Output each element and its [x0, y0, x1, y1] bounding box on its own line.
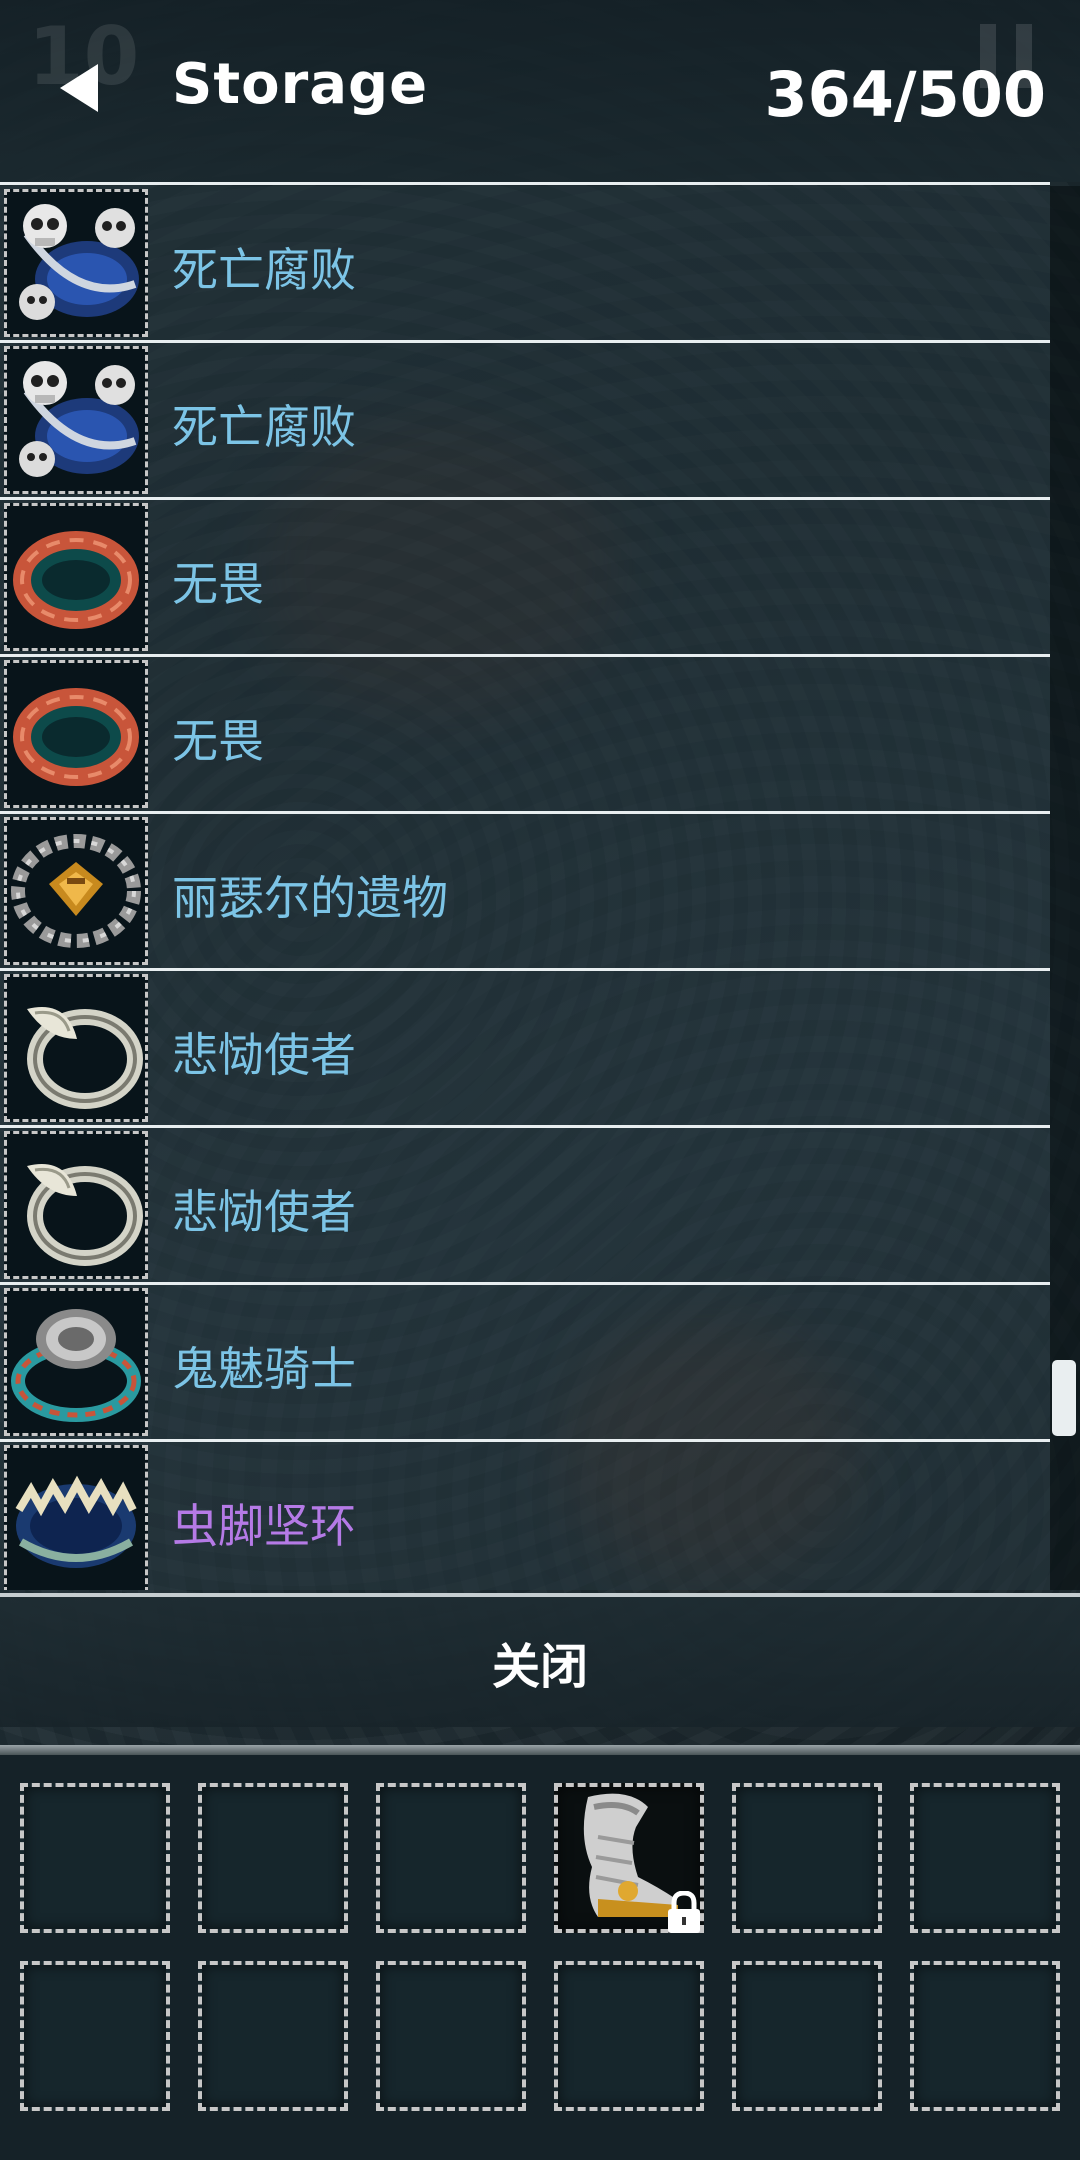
list-item[interactable]: 鬼魅骑士: [0, 1285, 1050, 1439]
inventory-slot[interactable]: [732, 1783, 882, 1933]
item-name: 无畏: [172, 714, 264, 768]
inventory-slot[interactable]: [910, 1783, 1060, 1933]
list-item[interactable]: 悲恸使者: [0, 971, 1050, 1125]
item-slot: [4, 503, 148, 651]
list-item[interactable]: 悲恸使者: [0, 1128, 1050, 1282]
inventory-slot[interactable]: [554, 1961, 704, 2111]
inventory-slot[interactable]: [910, 1961, 1060, 2111]
inventory-slot[interactable]: [20, 1961, 170, 2111]
list-item[interactable]: 虫脚坚环: [0, 1442, 1050, 1590]
close-bar: 关闭: [0, 1593, 1080, 1727]
item-name: 丽瑟尔的遗物: [172, 871, 448, 925]
red-ring-icon: [13, 531, 139, 629]
chain-amulet-icon: [11, 834, 141, 948]
item-slot: [4, 1445, 148, 1590]
header-bar: 10 Storage 364/500: [0, 0, 1080, 182]
item-name: 死亡腐败: [172, 243, 356, 297]
bag-divider: [0, 1745, 1080, 1755]
list-item[interactable]: 死亡腐败: [0, 343, 1050, 497]
inventory-slot[interactable]: [198, 1961, 348, 2111]
item-name: 虫脚坚环: [172, 1499, 356, 1553]
list-item[interactable]: 无畏: [0, 500, 1050, 654]
list-item[interactable]: 丽瑟尔的遗物: [0, 814, 1050, 968]
back-button[interactable]: [52, 58, 112, 118]
inventory-grid: [0, 1755, 1080, 2160]
item-name: 鬼魅骑士: [172, 1342, 356, 1396]
lock-icon: [668, 1891, 700, 1933]
inventory-slot[interactable]: [20, 1783, 170, 1933]
header-divider: [0, 182, 1050, 185]
inventory-slot[interactable]: [376, 1783, 526, 1933]
list-item[interactable]: 死亡腐败: [0, 186, 1050, 340]
scrollbar-thumb[interactable]: [1052, 1360, 1076, 1436]
storage-count: 364/500: [764, 58, 1046, 131]
item-slot: [4, 1288, 148, 1436]
item-slot: [4, 817, 148, 965]
item-slot: [4, 189, 148, 337]
item-name: 悲恸使者: [172, 1185, 356, 1239]
item-slot: [4, 1131, 148, 1279]
signet-ring-icon: [11, 1309, 141, 1422]
item-name: 死亡腐败: [172, 400, 356, 454]
storage-screen: 10 Storage 364/500 死亡腐败 死亡腐败 无畏 无畏 丽瑟尔的遗…: [0, 0, 1080, 2160]
fang-ring-icon: [15, 1475, 137, 1568]
inventory-slot[interactable]: [198, 1783, 348, 1933]
item-name: 无畏: [172, 557, 264, 611]
item-slot: [4, 660, 148, 808]
inventory-slot-filled[interactable]: [554, 1783, 704, 1933]
skull-amulet-icon: [19, 204, 139, 320]
red-ring-icon: [13, 688, 139, 786]
item-name: 悲恸使者: [172, 1028, 356, 1082]
item-slot: [4, 346, 148, 494]
skull-amulet-icon: [19, 361, 139, 477]
page-title: Storage: [172, 52, 429, 117]
inventory-slot[interactable]: [376, 1961, 526, 2111]
storage-item-list[interactable]: 死亡腐败 死亡腐败 无畏 无畏 丽瑟尔的遗物 悲恸使者 悲恸使者 鬼魅骑士 虫脚…: [0, 186, 1050, 1590]
horn-ring-icon: [27, 1007, 143, 1109]
list-item[interactable]: 无畏: [0, 657, 1050, 811]
inventory-slot[interactable]: [732, 1961, 882, 2111]
item-slot: [4, 974, 148, 1122]
back-arrow-icon: [60, 64, 98, 112]
horn-ring-icon: [27, 1164, 143, 1266]
close-button[interactable]: 关闭: [0, 1597, 1080, 1727]
